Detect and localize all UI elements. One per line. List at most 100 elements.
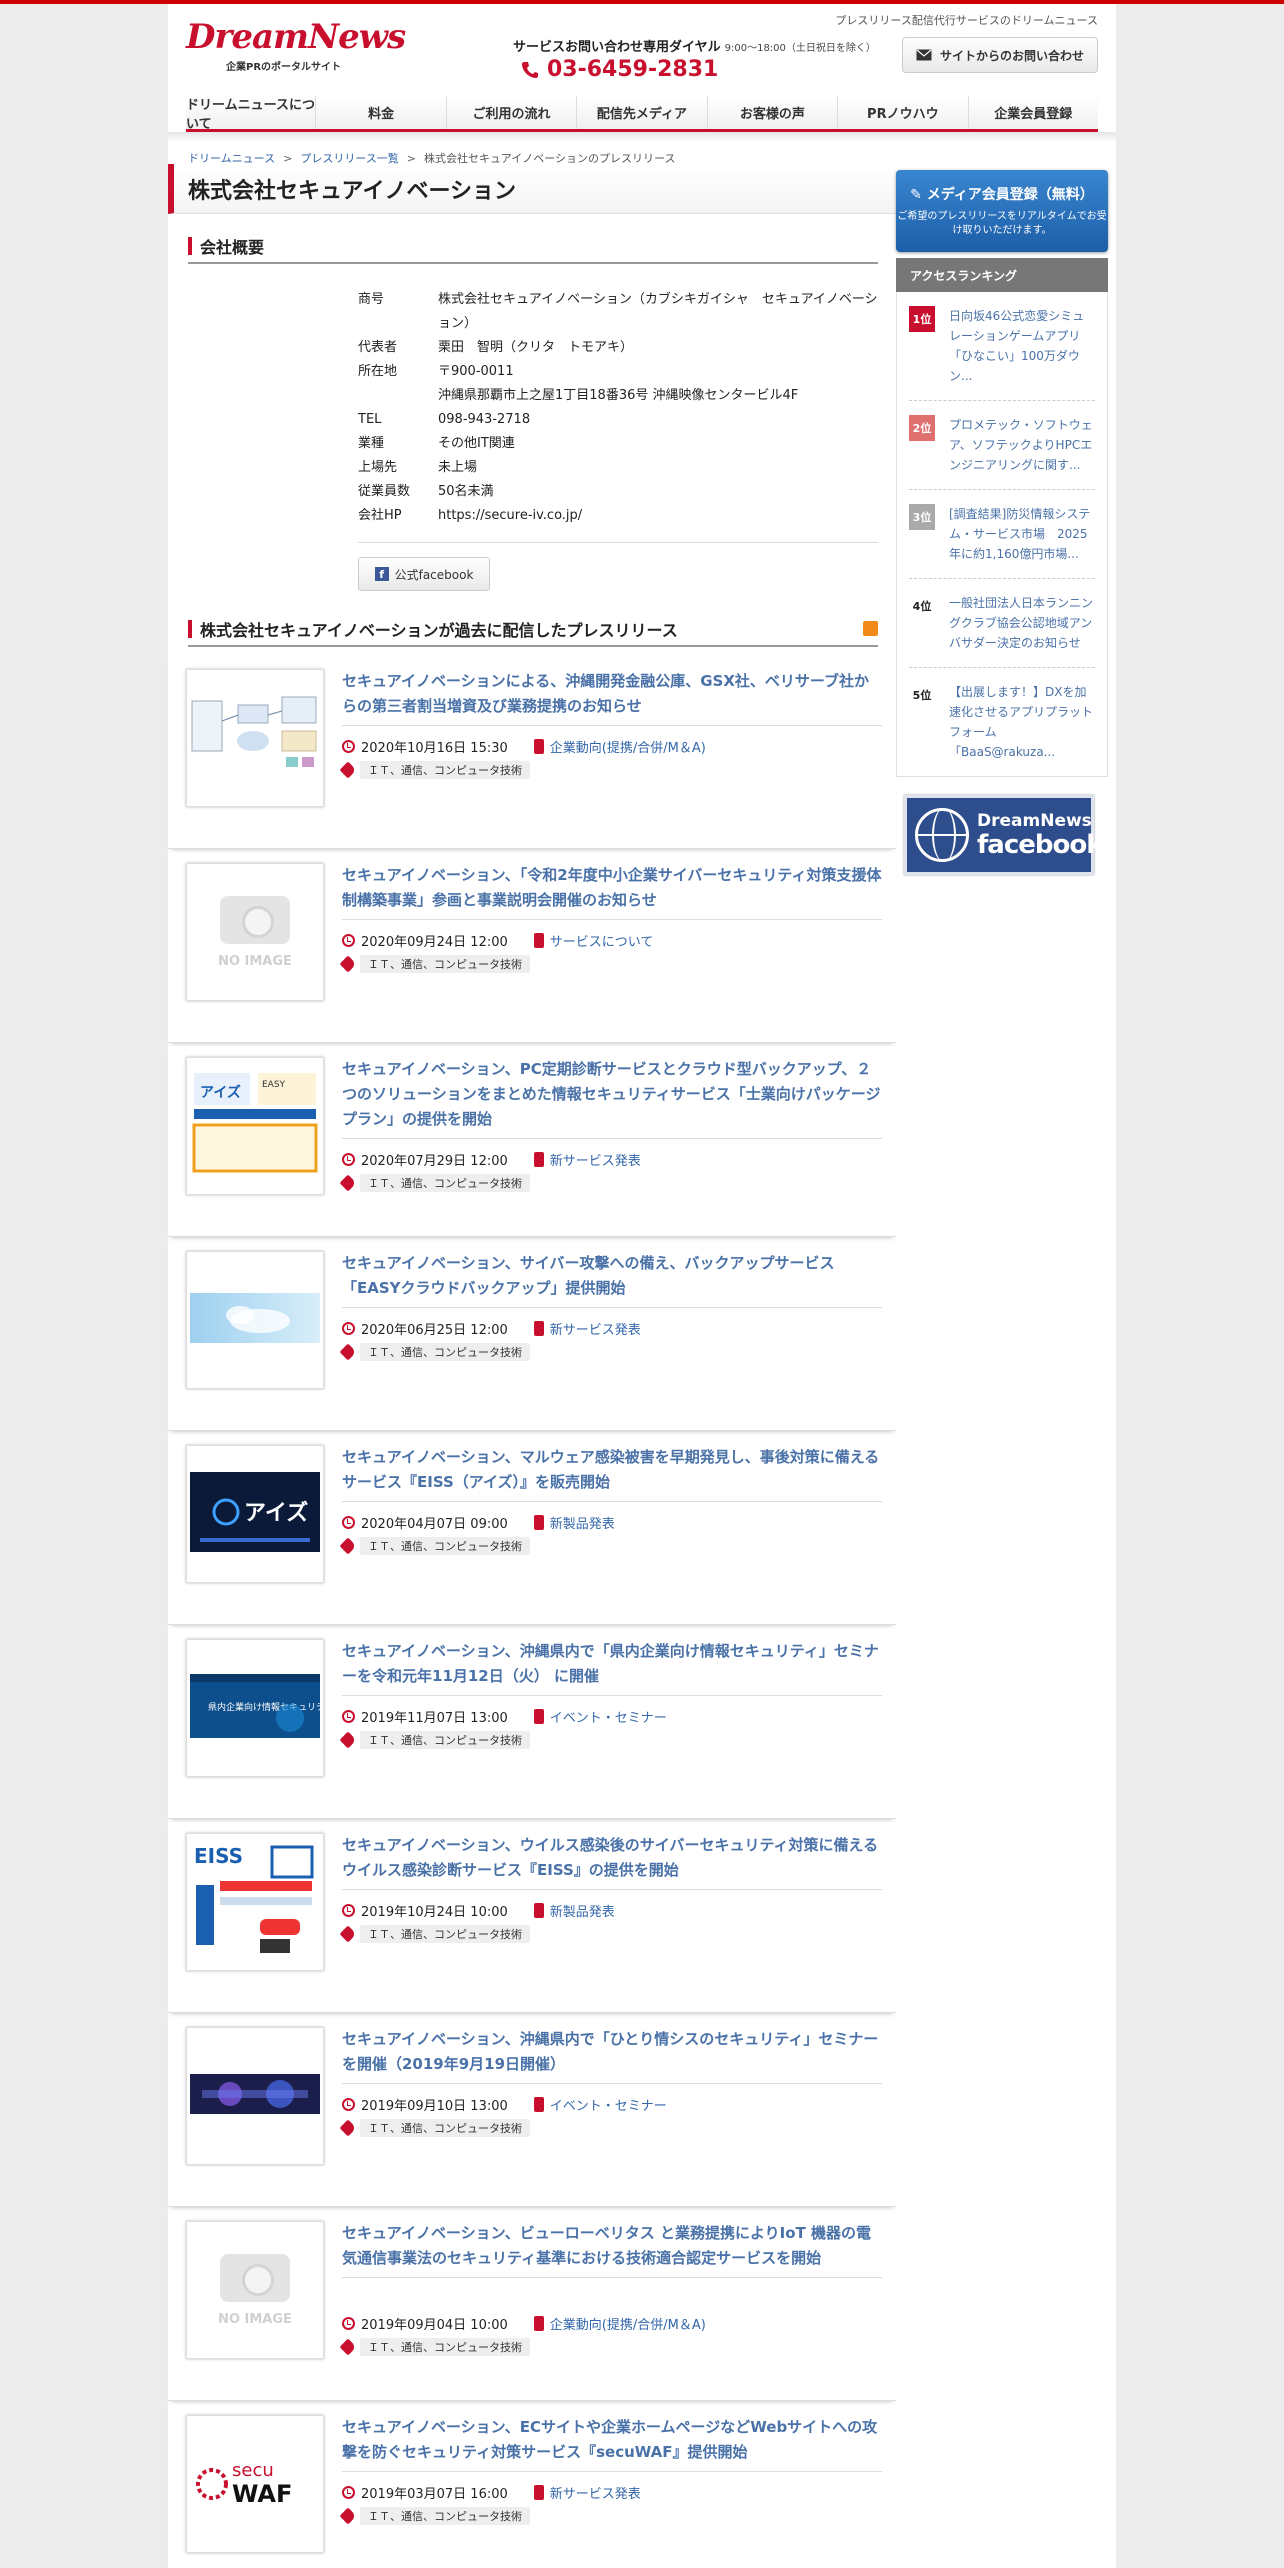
ranking-link[interactable]: 【出展します！】DXを加速化させるアプリプラットフォーム「BaaS@rakuza… xyxy=(949,682,1095,762)
dial-label-row: サービスお問い合わせ専用ダイヤル 9:00～18:00（土日祝日を除く） xyxy=(513,36,876,55)
press-title-link[interactable]: セキュアイノベーション、沖縄県内で「ひとり情シスのセキュリティ」セミナーを開催（… xyxy=(342,2027,882,2084)
dreamnews-facebook-banner[interactable]: DreamNews facebook xyxy=(904,795,1104,875)
press-thumbnail[interactable] xyxy=(186,2027,324,2165)
profile-row: 沖縄県那覇市上之屋1丁目18番36号 沖縄映像センタービル4F xyxy=(358,384,878,408)
press-meta: 2020年07月29日 12:00 新サービス発表 xyxy=(342,1150,641,1169)
ranking-link[interactable]: プロメテック・ソフトウェア、ソフテックよりHPCエンジニアリングに関す... xyxy=(949,415,1095,475)
profile-value: その他IT関連 xyxy=(438,436,515,451)
press-title-link[interactable]: セキュアイノベーション、ウイルス感染後のサイバーセキュリティ対策に備えるウイルス… xyxy=(342,1833,882,1890)
press-title-link[interactable]: セキュアイノベーション、サイバー攻撃への備え、バックアップサービス「EASYクラ… xyxy=(342,1251,882,1308)
press-item: セキュアイノベーション、沖縄県内で「ひとり情シスのセキュリティ」セミナーを開催（… xyxy=(168,2013,896,2207)
press-category-link[interactable]: 新サービス発表 xyxy=(550,1150,641,1169)
clock-icon xyxy=(342,2098,355,2111)
press-thumbnail[interactable]: NO IMAGE xyxy=(186,2221,324,2359)
nav-item-media[interactable]: 配信先メディア xyxy=(577,96,708,129)
nav-item-about[interactable]: ドリームニュースについて xyxy=(186,96,317,132)
press-title-link[interactable]: セキュアイノベーション、PC定期診断サービスとクラウド型バックアップ、２つのソリ… xyxy=(342,1057,882,1139)
press-tag[interactable]: ＩＴ、通信、コンピュータ技術 xyxy=(360,2119,530,2137)
press-tag[interactable]: ＩＴ、通信、コンピュータ技術 xyxy=(360,1174,530,1192)
press-title-link[interactable]: セキュアイノベーション、マルウェア感染被害を早期発見し、事後対策に備えるサービス… xyxy=(342,1445,882,1502)
no-image-label: NO IMAGE xyxy=(218,2311,292,2327)
press-category-link[interactable]: サービスについて xyxy=(550,931,654,950)
press-title-link[interactable]: セキュアイノベーションによる、沖縄開発金融公庫、GSX社、ベリサーブ社からの第三… xyxy=(342,669,882,726)
contact-button[interactable]: サイトからのお問い合わせ xyxy=(902,37,1098,73)
clock-icon xyxy=(342,2317,355,2330)
contact-button-label: サイトからのお問い合わせ xyxy=(939,48,1084,63)
facebook-icon: f xyxy=(374,567,389,581)
press-thumbnail[interactable]: secu WAF xyxy=(186,2415,324,2553)
press-thumbnail[interactable] xyxy=(186,669,324,807)
press-thumbnail[interactable]: アイズ EASY xyxy=(186,1057,324,1195)
press-meta: 2019年10月24日 10:00 新製品発表 xyxy=(342,1901,615,1920)
nav-item-register[interactable]: 企業会員登録 xyxy=(969,96,1098,129)
camera-icon xyxy=(220,895,290,944)
press-category-link[interactable]: イベント・セミナー xyxy=(550,1707,667,1726)
press-tags: ＩＴ、通信、コンピュータ技術 xyxy=(339,1174,530,1192)
nav-item-knowhow[interactable]: PRノウハウ xyxy=(838,96,969,129)
press-title-link[interactable]: セキュアイノベーション、「令和2年度中小企業サイバーセキュリティ対策支援体制構築… xyxy=(342,863,882,920)
facebook-button[interactable]: f 公式facebook xyxy=(358,557,490,591)
nav-item-pricing[interactable]: 料金 xyxy=(316,96,447,129)
press-tag[interactable]: ＩＴ、通信、コンピュータ技術 xyxy=(360,1925,530,1943)
media-member-banner[interactable]: ✎ メディア会員登録（無料） ご希望のプレスリリースをリアルタイムでお受け取りい… xyxy=(896,170,1108,252)
ranking-link[interactable]: [調査結果]防災情報システム・サービス市場 2025年に約1,160億円市場..… xyxy=(949,504,1095,564)
press-thumbnail[interactable]: EISS xyxy=(186,1833,324,1971)
press-thumbnail-image: 県内企業向け情報セキュリティ xyxy=(190,1674,323,1742)
press-meta: 2020年06月25日 12:00 新サービス発表 xyxy=(342,1319,641,1338)
logo-subtitle: 企業PRのポータルサイト xyxy=(226,62,342,73)
press-date: 2020年07月29日 12:00 xyxy=(361,1154,508,1169)
press-tag[interactable]: ＩＴ、通信、コンピュータ技術 xyxy=(360,2507,530,2525)
press-date: 2019年10月24日 10:00 xyxy=(361,1905,508,1920)
press-meta: 2019年11月07日 13:00 イベント・セミナー xyxy=(342,1707,667,1726)
press-meta: 2020年09月24日 12:00 サービスについて xyxy=(342,931,653,950)
phone-row: 03-6459-2831 xyxy=(521,57,876,82)
press-tag[interactable]: ＩＴ、通信、コンピュータ技術 xyxy=(360,2338,530,2356)
press-date: 2019年09月04日 10:00 xyxy=(361,2318,508,2333)
profile-row: 従業員数 50名未満 xyxy=(358,480,878,504)
category-icon xyxy=(533,933,544,948)
member-title: ✎ メディア会員登録（無料） xyxy=(910,187,1094,203)
member-title-text: メディア会員登録（無料） xyxy=(926,187,1094,203)
ranking-item: 4位 一般社団法人日本ランニングクラブ協会公認地域アンバサダー決定のお知らせ xyxy=(909,579,1095,668)
press-tag[interactable]: ＩＴ、通信、コンピュータ技術 xyxy=(360,955,530,973)
phone-number[interactable]: 03-6459-2831 xyxy=(547,57,718,82)
press-tags: ＩＴ、通信、コンピュータ技術 xyxy=(339,955,530,973)
press-title-link[interactable]: セキュアイノベーション、沖縄県内で「県内企業向け情報セキュリティ」セミナーを令和… xyxy=(342,1639,882,1696)
press-category-link[interactable]: 新サービス発表 xyxy=(550,2483,641,2502)
svg-text:EISS: EISS xyxy=(194,1844,243,1868)
ranking-list: 1位 日向坂46公式恋愛シミュレーションゲームアプリ「ひなこい」100万ダウン..… xyxy=(896,292,1108,777)
press-heading-text: 株式会社セキュアイノベーションが過去に配信したプレスリリース xyxy=(200,621,678,640)
press-tag[interactable]: ＩＴ、通信、コンピュータ技術 xyxy=(360,1343,530,1361)
press-category-link[interactable]: 新製品発表 xyxy=(550,1901,615,1920)
press-title-link[interactable]: セキュアイノベーション、ビューローベリタス と業務提携によりIoT 機器の電気通… xyxy=(342,2221,882,2278)
rss-icon[interactable] xyxy=(863,621,878,636)
press-category-link[interactable]: イベント・セミナー xyxy=(550,2095,667,2114)
profile-value: 098-943-2718 xyxy=(438,412,531,427)
press-category-link[interactable]: 新サービス発表 xyxy=(550,1319,641,1338)
press-tag[interactable]: ＩＴ、通信、コンピュータ技術 xyxy=(360,1537,530,1555)
press-category-link[interactable]: 企業動向(提携/合併/M＆A) xyxy=(550,2314,706,2333)
nav-item-voice[interactable]: お客様の声 xyxy=(708,96,839,129)
press-item: アイズ セキュアイノベーション、マルウェア感染被害を早期発見し、事後対策に備えるサ… xyxy=(168,1431,896,1625)
press-tag[interactable]: ＩＴ、通信、コンピュータ技術 xyxy=(360,1731,530,1749)
press-thumbnail-image xyxy=(190,1293,320,1347)
press-date: 2020年10月16日 15:30 xyxy=(361,741,508,756)
nav-item-flow[interactable]: ご利用の流れ xyxy=(447,96,578,129)
press-thumbnail[interactable]: 県内企業向け情報セキュリティ xyxy=(186,1639,324,1777)
press-category-link[interactable]: 企業動向(提携/合併/M＆A) xyxy=(550,737,706,756)
ranking-link[interactable]: 一般社団法人日本ランニングクラブ協会公認地域アンバサダー決定のお知らせ xyxy=(949,593,1095,653)
press-tag[interactable]: ＩＴ、通信、コンピュータ技術 xyxy=(360,761,530,779)
press-thumbnail[interactable] xyxy=(186,1251,324,1389)
press-tags: ＩＴ、通信、コンピュータ技術 xyxy=(339,2119,530,2137)
site-logo[interactable]: DreamNews 企業PRのポータルサイト xyxy=(186,20,406,73)
press-thumbnail[interactable]: NO IMAGE xyxy=(186,863,324,1001)
press-tags: ＩＴ、通信、コンピュータ技術 xyxy=(339,1731,530,1749)
press-title-link[interactable]: セキュアイノベーション、ECサイトや企業ホームページなどWebサイトへの攻撃を防… xyxy=(342,2415,882,2472)
press-thumbnail[interactable]: アイズ xyxy=(186,1445,324,1583)
ranking-link[interactable]: 日向坂46公式恋愛シミュレーションゲームアプリ「ひなこい」100万ダウン... xyxy=(949,306,1095,386)
press-date: 2020年04月07日 09:00 xyxy=(361,1517,508,1532)
clock-icon xyxy=(342,740,355,753)
press-category-link[interactable]: 新製品発表 xyxy=(550,1513,615,1532)
company-homepage-link[interactable]: https://secure-iv.co.jp/ xyxy=(438,504,878,528)
press-item: secu WAF セキュアイノベーション、ECサイトや企業ホームページなどWebサイ… xyxy=(168,2401,896,2568)
